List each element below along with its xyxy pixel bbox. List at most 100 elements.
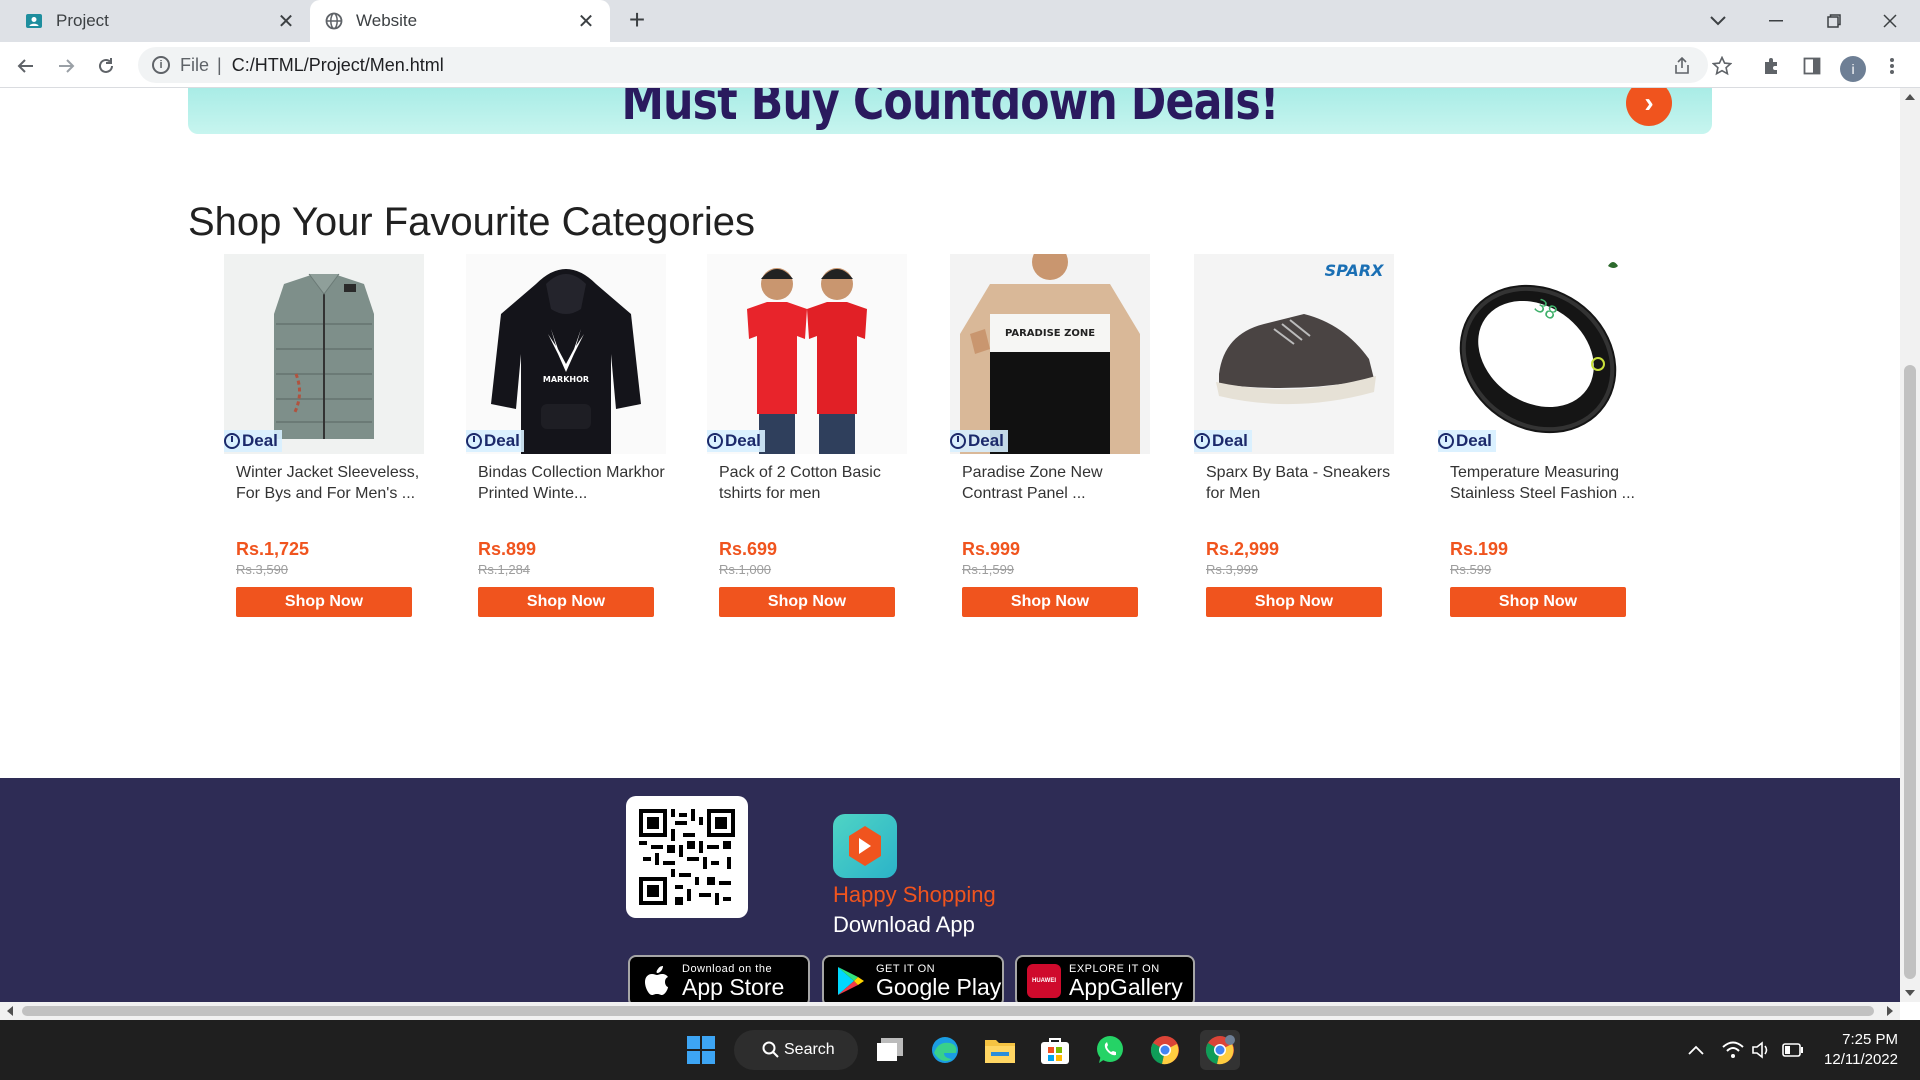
url-text[interactable]: C:/HTML/Project/Men.html	[232, 55, 444, 76]
wifi-icon[interactable]	[1722, 1020, 1744, 1080]
sweatshirt-print-text: PARADISE ZONE	[1005, 328, 1095, 339]
address-bar[interactable]: i File | C:/HTML/Project/Men.html	[138, 47, 1708, 83]
scroll-left-arrow-icon[interactable]	[7, 1006, 13, 1016]
deal-badge: Deal	[707, 430, 765, 452]
google-play-button[interactable]: GET IT ON Google Play	[822, 955, 1004, 1002]
horizontal-scrollbar[interactable]	[0, 1002, 1900, 1020]
product-price: Rs.699	[719, 539, 778, 559]
scrollbar-thumb[interactable]	[1904, 365, 1916, 979]
qr-code-icon	[639, 809, 735, 905]
deal-badge: Deal	[950, 430, 1008, 452]
product-name[interactable]: Bindas Collection Markhor Printed Winte.…	[478, 462, 668, 504]
red-tshirts-illustration	[707, 254, 907, 454]
section-title: Shop Your Favourite Categories	[188, 200, 756, 244]
app-store-button[interactable]: Download on the App Store	[628, 955, 810, 1002]
product-name[interactable]: Winter Jacket Sleeveless, For Bys and Fo…	[236, 462, 426, 504]
app-logo-icon	[833, 814, 897, 878]
share-icon[interactable]	[1666, 50, 1698, 82]
close-tab-icon[interactable]: ✕	[576, 9, 596, 34]
product-old-price: Rs.1,284	[478, 562, 531, 577]
more-menu-icon[interactable]	[1876, 50, 1908, 82]
side-panel-icon[interactable]	[1796, 50, 1828, 82]
happy-shopping-text: Happy Shopping	[833, 882, 996, 907]
scroll-up-arrow-icon[interactable]	[1905, 94, 1915, 100]
task-view-icon[interactable]	[870, 1030, 910, 1070]
product-name[interactable]: Temperature Measuring Stainless Steel Fa…	[1450, 462, 1640, 504]
shop-now-button[interactable]: Shop Now	[478, 587, 654, 617]
back-icon[interactable]	[10, 50, 42, 82]
product-name[interactable]: Pack of 2 Cotton Basic tshirts for men	[719, 462, 909, 504]
volume-icon[interactable]	[1752, 1020, 1772, 1080]
taskbar-clock[interactable]: 7:25 PM 12/11/2022	[1808, 1030, 1898, 1070]
url-scheme: File	[180, 54, 210, 75]
chrome-profile-icon[interactable]	[1200, 1030, 1240, 1070]
classroom-icon	[24, 11, 44, 31]
bookmark-star-icon[interactable]	[1706, 50, 1738, 82]
shop-now-button[interactable]: Shop Now	[962, 587, 1138, 617]
forward-icon[interactable]	[50, 50, 82, 82]
product-old-price: Rs.3,590	[236, 562, 289, 577]
product-card[interactable]: PARADISE ZONE Deal Paradise Zone New Con…	[950, 254, 1150, 617]
tab-label: Project	[56, 11, 109, 30]
taskbar-search-label: Search	[784, 1041, 835, 1058]
qr-code	[626, 796, 748, 918]
shop-now-button[interactable]: Shop Now	[236, 587, 412, 617]
tab-project[interactable]: Project ✕	[10, 0, 310, 42]
deal-badge: Deal	[1194, 430, 1252, 452]
timer-icon	[707, 433, 723, 449]
scroll-right-arrow-icon[interactable]	[1887, 1006, 1893, 1016]
file-explorer-icon[interactable]	[980, 1030, 1020, 1070]
shop-now-button[interactable]: Shop Now	[1206, 587, 1382, 617]
minimize-icon[interactable]	[1756, 0, 1796, 42]
product-image[interactable]: Deal	[224, 254, 424, 454]
product-price: Rs.899	[478, 539, 537, 559]
deal-label: Deal	[968, 431, 1004, 450]
taskbar-search[interactable]: Search	[734, 1030, 858, 1070]
tab-website[interactable]: Website ✕	[310, 0, 610, 42]
restore-icon[interactable]	[1814, 0, 1854, 42]
whatsapp-icon[interactable]	[1090, 1030, 1130, 1070]
close-window-icon[interactable]	[1870, 0, 1910, 42]
show-hidden-icons-chevron-icon[interactable]	[1688, 1020, 1704, 1080]
new-tab-button[interactable]: +	[622, 6, 652, 36]
product-card[interactable]: MARKHOR Deal Bindas Collection Markhor P…	[466, 254, 666, 617]
deal-badge: Deal	[1438, 430, 1496, 452]
arrow-right-icon[interactable]: ›	[1626, 88, 1672, 126]
scroll-down-arrow-icon[interactable]	[1905, 990, 1915, 996]
windows-taskbar: Search 7:25 PM 12/11/2022	[0, 1020, 1920, 1080]
hoodie-illustration: MARKHOR	[466, 254, 666, 454]
download-app-text: Download App	[833, 912, 975, 937]
shop-now-button[interactable]: Shop Now	[1450, 587, 1626, 617]
product-name[interactable]: Sparx By Bata - Sneakers for Men	[1206, 462, 1396, 504]
profile-avatar[interactable]: i	[1840, 56, 1866, 82]
microsoft-store-icon[interactable]	[1035, 1030, 1075, 1070]
scrollbar-thumb[interactable]	[22, 1006, 1874, 1016]
countdown-deals-banner[interactable]: Must Buy Countdown Deals! ›	[188, 88, 1712, 134]
product-image[interactable]: Deal	[707, 254, 907, 454]
clock-date: 12/11/2022	[1824, 1051, 1898, 1068]
site-info-icon[interactable]: i	[152, 56, 170, 74]
app-gallery-button[interactable]: HUAWEI EXPLORE IT ON AppGallery	[1015, 955, 1195, 1002]
extensions-icon[interactable]	[1756, 50, 1788, 82]
close-tab-icon[interactable]: ✕	[276, 9, 296, 34]
product-card[interactable]: Deal Winter Jacket Sleeveless, For Bys a…	[224, 254, 424, 617]
product-image[interactable]: 38 Deal	[1438, 254, 1638, 454]
product-card[interactable]: Deal Pack of 2 Cotton Basic tshirts for …	[707, 254, 907, 617]
product-image[interactable]: SPARX Deal	[1194, 254, 1394, 454]
reload-icon[interactable]	[90, 50, 122, 82]
product-image[interactable]: PARADISE ZONE Deal	[950, 254, 1150, 454]
product-old-price: Rs.1,000	[719, 562, 772, 577]
battery-icon[interactable]	[1782, 1020, 1804, 1080]
product-card[interactable]: SPARX Deal Sparx By Bata - Sneakers for …	[1194, 254, 1394, 617]
store-big-text: AppGallery	[1069, 974, 1183, 1000]
tab-search-chevron-icon[interactable]	[1698, 0, 1738, 42]
shop-now-button[interactable]: Shop Now	[719, 587, 895, 617]
edge-icon[interactable]	[925, 1030, 965, 1070]
product-name[interactable]: Paradise Zone New Contrast Panel ...	[962, 462, 1152, 504]
contrast-sweatshirt-illustration: PARADISE ZONE	[950, 254, 1150, 454]
product-image[interactable]: MARKHOR Deal	[466, 254, 666, 454]
product-card[interactable]: 38 Deal Temperature Measuring Stainless …	[1438, 254, 1638, 617]
vertical-scrollbar[interactable]	[1900, 88, 1920, 1002]
chrome-icon[interactable]	[1145, 1030, 1185, 1070]
windows-start-icon[interactable]	[681, 1030, 721, 1070]
